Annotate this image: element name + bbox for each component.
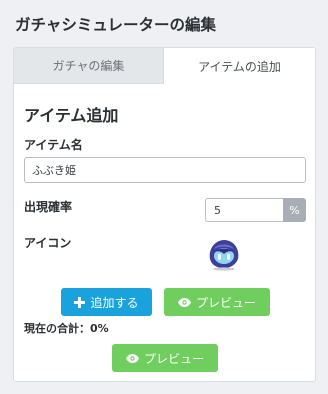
item-name-input[interactable]: [24, 157, 306, 183]
rate-input[interactable]: [205, 198, 283, 222]
tab-bar: ガチャの編集 アイテムの追加: [14, 48, 315, 84]
page-title: ガチャシミュレーターの編集: [15, 16, 217, 34]
current-total: 現在の合計：0%: [24, 320, 109, 336]
editor-panel: ガチャの編集 アイテムの追加 アイテム追加 アイテム名 出現確率 % アイコン …: [13, 47, 316, 382]
add-button-label: 追加する: [90, 295, 139, 310]
section-title: アイテム追加: [24, 106, 119, 125]
add-item-button[interactable]: 追加する: [61, 288, 152, 316]
rate-label: 出現確率: [24, 200, 73, 214]
plus-icon: [74, 296, 86, 308]
preview-button[interactable]: プレビュー: [164, 288, 270, 316]
preview-button-label: プレビュー: [195, 295, 256, 310]
icon-label: アイコン: [24, 236, 72, 250]
eye-icon: [125, 353, 139, 363]
tab-item-add[interactable]: アイテムの追加: [164, 48, 315, 84]
eye-icon: [177, 297, 191, 307]
item-name-label: アイテム名: [24, 138, 83, 152]
preview-button-bottom[interactable]: プレビュー: [112, 344, 218, 372]
current-total-value: 0%: [90, 322, 109, 335]
preview-button-bottom-label: プレビュー: [143, 351, 204, 366]
current-total-label: 現在の合計：: [24, 322, 90, 335]
tab-gacha-edit[interactable]: ガチャの編集: [14, 48, 164, 84]
fubuki-hime-character-icon[interactable]: [205, 237, 243, 271]
rate-unit-addon: %: [283, 198, 306, 222]
